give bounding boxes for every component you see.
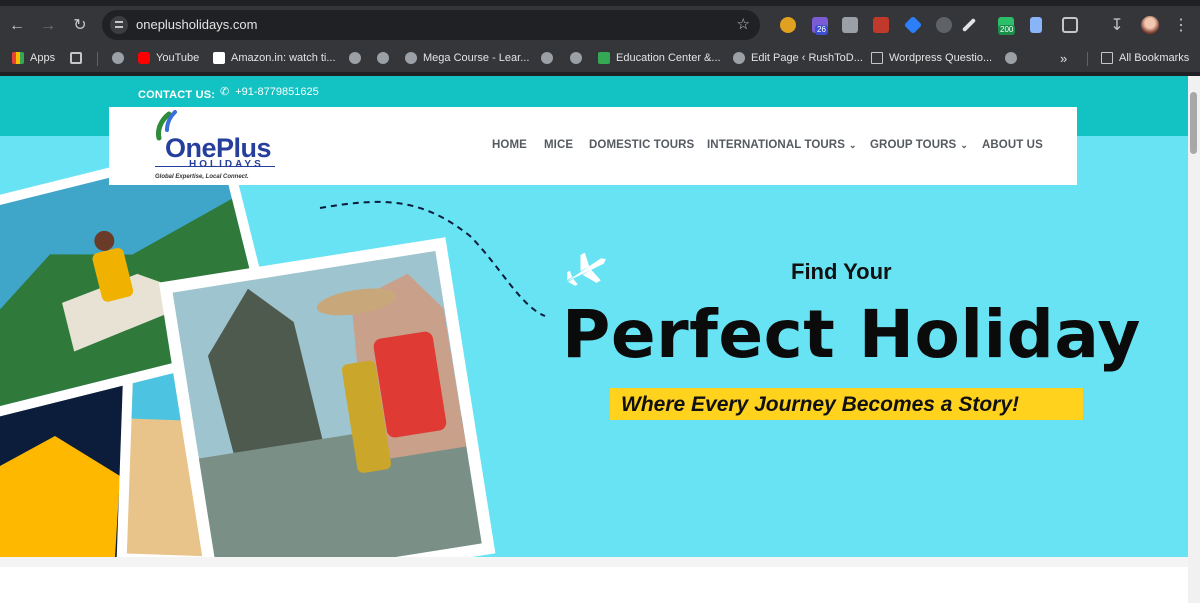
bookmark-edit-page[interactable]: Edit Page ‹ RushToD...	[733, 50, 863, 66]
calendar-badge: 26	[815, 25, 828, 35]
hero-tagline-banner: Where Every Journey Becomes a Story!	[610, 388, 1083, 420]
globe-icon	[541, 52, 553, 64]
url-text[interactable]: oneplusholidays.com	[136, 17, 257, 32]
bookmark-mega-course[interactable]: Mega Course - Lear...	[405, 50, 529, 66]
site-logo[interactable]: OnePlus HOLIDAYS Global Expertise, Local…	[153, 110, 283, 182]
phone-icon: ✆	[220, 86, 230, 98]
nav-domestic-tours[interactable]: DOMESTIC TOURS	[589, 139, 694, 151]
more-menu-icon[interactable]: ⋮	[1170, 15, 1192, 37]
profile-avatar[interactable]	[1141, 16, 1159, 34]
globe-icon	[112, 52, 124, 64]
hero-section: Find Your Perfect Holiday Where Every Jo…	[0, 136, 1188, 557]
nav-international-tours[interactable]: INTERNATIONAL TOURS ⌄	[707, 139, 857, 151]
bookmark-amazon[interactable]: Amazon.in: watch ti...	[213, 50, 336, 66]
apps-grid-icon	[12, 52, 24, 64]
site-info-icon[interactable]	[110, 16, 128, 34]
hiker-photo	[158, 237, 496, 557]
bookmark-label: All Bookmarks	[1119, 52, 1190, 64]
bookmark-globe-6[interactable]	[1005, 50, 1023, 66]
document-extension-icon[interactable]	[1030, 17, 1042, 33]
nav-home[interactable]: HOME	[492, 139, 527, 151]
globe-icon	[1005, 52, 1017, 64]
bookmark-label: Apps	[30, 52, 56, 64]
amazon-icon	[213, 52, 225, 64]
folder-icon	[1101, 52, 1113, 64]
phone-number[interactable]: +91-8779851625	[235, 86, 319, 98]
airplane-icon	[565, 252, 606, 286]
bookmarks-bar: Apps YouTube Amazon.in: watch ti... Mega…	[0, 44, 1200, 72]
nav-about-us[interactable]: ABOUT US	[982, 139, 1043, 151]
globe-icon	[377, 52, 389, 64]
bookmark-youtube[interactable]: YouTube	[138, 50, 199, 66]
extension-calendar-icon[interactable]: 26	[812, 17, 828, 35]
bookmark-apps[interactable]: Apps	[12, 50, 55, 66]
bookmark-tab-groups[interactable]	[70, 50, 88, 66]
chevron-down-icon: ⌄	[849, 140, 857, 150]
globe-icon	[570, 52, 582, 64]
page-scrollbar[interactable]	[1188, 76, 1200, 603]
extension-counter-icon[interactable]: 200	[998, 17, 1016, 35]
more-bookmarks-button[interactable]: »	[1060, 50, 1067, 66]
youtube-icon	[138, 52, 150, 64]
download-icon[interactable]: ↧	[1106, 15, 1128, 37]
bookmark-star-icon[interactable]: ☆	[737, 15, 750, 33]
bookmark-globe-4[interactable]	[541, 50, 559, 66]
all-bookmarks-folder[interactable]: All Bookmarks	[1101, 50, 1189, 66]
eyedropper-icon[interactable]	[961, 17, 977, 33]
bookmark-label: Wordpress Questio...	[889, 52, 993, 64]
hero-tagline: Where Every Journey Becomes a Story!	[621, 393, 1019, 416]
extensions-puzzle-icon[interactable]	[1062, 17, 1078, 33]
page-viewport: Find Your Perfect Holiday Where Every Jo…	[0, 76, 1188, 603]
phone-contact[interactable]: ✆ +91-8779851625	[220, 85, 319, 99]
bookmarks-divider	[1087, 52, 1088, 66]
bookmark-globe-1[interactable]	[112, 50, 130, 66]
camera-extension-icon[interactable]	[842, 17, 858, 33]
bookmark-globe-5[interactable]	[570, 50, 588, 66]
browser-toolbar: ← → ↻ oneplusholidays.com ☆ 26 200 ↧ ⋮	[0, 6, 1200, 44]
nav-mice[interactable]: MICE	[544, 139, 573, 151]
nav-group-tours[interactable]: GROUP TOURS ⌄	[870, 139, 968, 151]
address-bar[interactable]: oneplusholidays.com ☆	[102, 10, 760, 40]
bookmark-label: Mega Course - Lear...	[423, 52, 530, 64]
extension-red-icon[interactable]	[873, 17, 889, 33]
next-section	[0, 567, 1188, 603]
bookmark-label: Education Center &...	[616, 52, 721, 64]
bookmark-globe-3[interactable]	[377, 50, 395, 66]
bookmark-label: Amazon.in: watch ti...	[231, 52, 336, 64]
contact-label: CONTACT US:	[138, 89, 216, 101]
bookmark-globe-2[interactable]	[349, 50, 367, 66]
logo-tagline: Global Expertise, Local Connect.	[155, 174, 249, 180]
chat-extension-icon[interactable]	[936, 17, 952, 33]
globe-icon	[405, 52, 417, 64]
globe-icon	[733, 52, 745, 64]
nav-group-tours-label: GROUP TOURS	[870, 139, 957, 151]
tab-groups-icon	[70, 52, 82, 64]
extension-orange-icon[interactable]	[780, 17, 796, 33]
nav-international-tours-label: INTERNATIONAL TOURS	[707, 139, 845, 151]
back-icon[interactable]: ←	[6, 15, 28, 37]
bookmark-label: YouTube	[156, 52, 200, 64]
counter-badge: 200	[998, 25, 1016, 35]
chevron-down-icon: ⌄	[960, 140, 968, 150]
forward-icon[interactable]: →	[37, 15, 59, 37]
education-icon	[598, 52, 610, 64]
scrollbar-thumb[interactable]	[1190, 92, 1197, 154]
folder-icon	[871, 52, 883, 64]
hero-headline: Perfect Holiday	[562, 296, 1141, 373]
reload-icon[interactable]: ↻	[69, 15, 91, 37]
logo-subtitle: HOLIDAYS	[189, 159, 264, 170]
bookmarks-divider	[97, 52, 98, 66]
tag-extension-icon[interactable]	[903, 15, 923, 35]
bookmark-label: Edit Page ‹ RushToD...	[751, 52, 863, 64]
bookmark-wordpress-questions[interactable]: Wordpress Questio...	[871, 50, 992, 66]
bookmark-education-center[interactable]: Education Center &...	[598, 50, 721, 66]
globe-icon	[349, 52, 361, 64]
hero-kicker: Find Your	[791, 259, 892, 284]
site-header: OnePlus HOLIDAYS Global Expertise, Local…	[109, 107, 1077, 185]
